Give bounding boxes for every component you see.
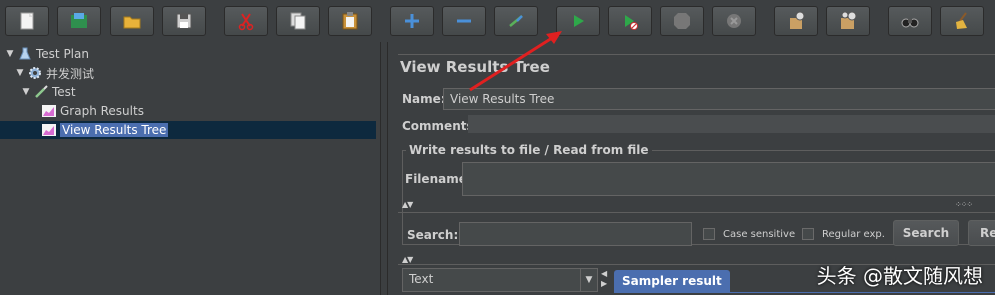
play-icon — [574, 15, 584, 27]
tree-item-label: 并发测试 — [46, 66, 95, 81]
tree-item-sampler[interactable]: ▼ Test — [20, 83, 76, 101]
folder-open-icon — [123, 16, 141, 29]
filename-field[interactable] — [462, 162, 995, 196]
clear-button[interactable] — [774, 6, 818, 36]
comments-field[interactable] — [468, 115, 995, 133]
splitter-arrows-icon[interactable]: ◀ ▶ — [601, 269, 609, 289]
broom-gears-icon — [841, 11, 857, 29]
expand-arrow-icon[interactable]: ▼ — [4, 49, 16, 59]
broom-gear-icon — [790, 11, 805, 29]
search-button[interactable]: Search — [893, 220, 959, 246]
renderer-select[interactable]: Text ▼ — [402, 268, 598, 292]
stop-sign-icon — [674, 13, 690, 29]
collapse-arrows-icon[interactable]: ▲▼ — [402, 255, 413, 264]
case-sensitive-checkbox[interactable] — [703, 228, 715, 240]
new-document-icon — [20, 12, 34, 30]
toggle-button[interactable] — [494, 6, 538, 36]
clear-all-button[interactable] — [826, 6, 870, 36]
expand-arrow-icon[interactable]: ▼ — [20, 87, 32, 97]
save-button[interactable] — [162, 6, 206, 36]
test-plan-tree: ▼ Test Plan ▼ 并发测试 ▼ Test Graph Results … — [0, 42, 380, 295]
plus-icon — [405, 14, 419, 28]
templates-icon — [71, 13, 87, 28]
watermark-text: 头条 @散文随风想 — [816, 264, 983, 288]
scissors-icon — [238, 13, 254, 31]
chevron-down-icon: ▼ — [580, 269, 597, 291]
split-pane-divider[interactable] — [380, 42, 388, 295]
broom-icon — [956, 12, 967, 29]
resize-grip-icon[interactable]: ⁘⁘⁘ — [955, 200, 973, 209]
name-label: Name: — [402, 92, 446, 106]
tree-item-graph-results[interactable]: Graph Results — [40, 102, 144, 120]
save-icon — [176, 13, 192, 29]
stop-button[interactable] — [660, 6, 704, 36]
tree-item-label: View Results Tree — [60, 123, 169, 137]
tree-item-test-plan[interactable]: ▼ Test Plan — [4, 45, 89, 63]
start-no-pauses-button[interactable] — [608, 6, 652, 36]
divider — [398, 54, 995, 55]
flask-icon — [16, 46, 34, 62]
regular-exp-checkbox[interactable] — [802, 228, 814, 240]
shutdown-button[interactable] — [712, 6, 756, 36]
view-results-tree-panel: View Results Tree Name: View Results Tre… — [388, 42, 995, 295]
file-group-title: Write results to file / Read from file — [406, 143, 652, 157]
toolbar — [0, 0, 995, 42]
search-input[interactable] — [459, 222, 692, 246]
filename-label: Filename — [405, 172, 467, 186]
paste-icon — [342, 12, 358, 30]
divider — [398, 212, 995, 213]
regular-exp-label: Regular exp. — [822, 229, 885, 240]
tab-underline — [614, 292, 995, 293]
renderer-value: Text — [409, 272, 434, 286]
dropper-icon — [32, 84, 50, 100]
templates-button[interactable] — [57, 6, 101, 36]
collapse-arrows-icon[interactable]: ▲▼ — [402, 200, 413, 209]
name-field[interactable]: View Results Tree — [443, 88, 995, 110]
binoculars-icon — [901, 18, 919, 28]
collapse-button[interactable] — [442, 6, 486, 36]
search-button-toolbar[interactable] — [888, 6, 932, 36]
play-no-timers-icon — [625, 15, 638, 30]
copy-button[interactable] — [276, 6, 320, 36]
new-button[interactable] — [5, 6, 49, 36]
reset-button[interactable]: Re — [968, 220, 995, 246]
minus-icon — [457, 19, 471, 23]
panel-title: View Results Tree — [400, 58, 550, 76]
expand-arrow-icon[interactable]: ▼ — [14, 68, 26, 78]
tree-item-label: Test — [52, 85, 76, 99]
copy-icon — [290, 12, 306, 30]
search-label: Search: — [407, 228, 459, 242]
expand-button[interactable] — [390, 6, 434, 36]
tree-item-label: Test Plan — [36, 47, 89, 61]
tab-sampler-result[interactable]: Sampler result — [614, 270, 730, 292]
tree-item-thread-group[interactable]: ▼ 并发测试 — [14, 64, 94, 82]
toggle-wand-icon — [509, 15, 523, 27]
case-sensitive-label: Case sensitive — [723, 229, 796, 240]
shutdown-icon — [727, 14, 741, 28]
comments-label: Comments: — [402, 119, 479, 133]
open-button[interactable] — [110, 6, 154, 36]
start-button[interactable] — [556, 6, 600, 36]
paste-button[interactable] — [328, 6, 372, 36]
tree-item-label: Graph Results — [60, 104, 144, 118]
tree-item-view-results-tree[interactable]: View Results Tree — [0, 121, 376, 139]
graph-listener-icon — [40, 122, 58, 138]
graph-listener-icon — [40, 103, 58, 119]
reset-search-button[interactable] — [940, 6, 984, 36]
cut-button[interactable] — [224, 6, 268, 36]
gear-icon — [26, 65, 44, 81]
